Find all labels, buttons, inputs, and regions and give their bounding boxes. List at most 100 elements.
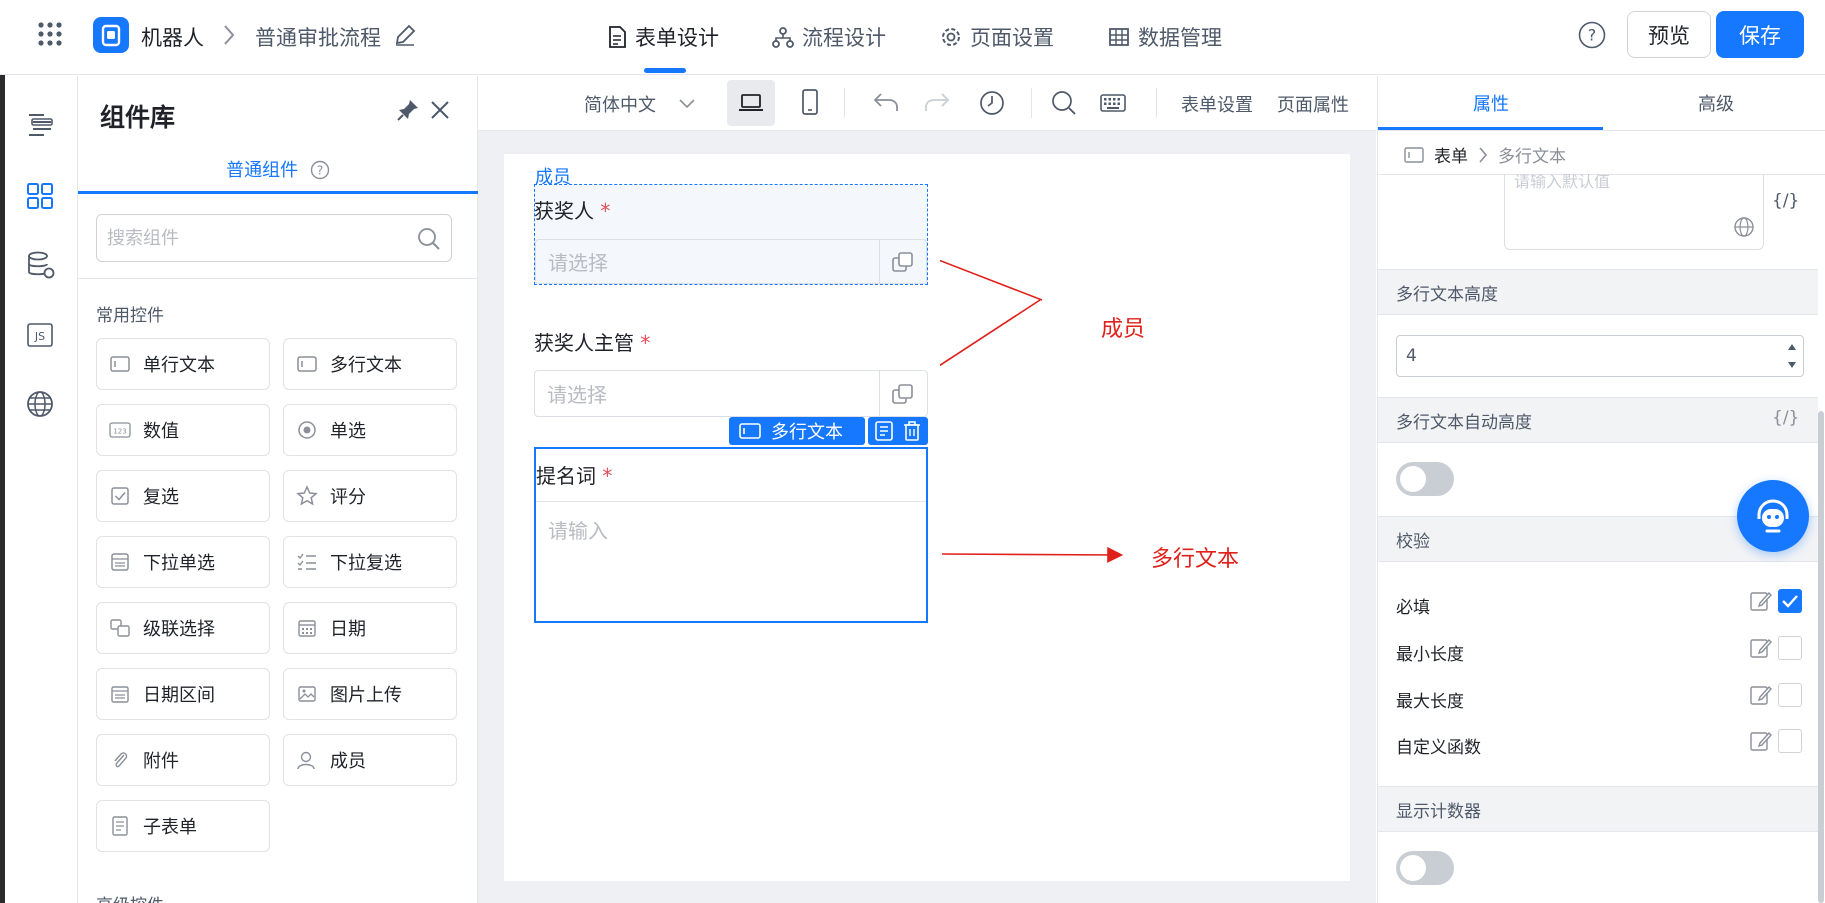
- awardee-select[interactable]: 请选择: [535, 239, 927, 284]
- chevron-right-icon: [1478, 146, 1488, 163]
- laptop-icon: [738, 93, 764, 113]
- app-logo-icon: [93, 17, 129, 53]
- component-library-panel: 组件库 普通组件 ? 常用控件 单行文本 多行文本 123数值 单选 复选 评分…: [78, 76, 478, 903]
- left-rail: JS: [5, 76, 78, 903]
- component-cascade[interactable]: 级联选择: [96, 602, 270, 654]
- edit-icon[interactable]: [1750, 637, 1772, 659]
- preview-button[interactable]: 预览: [1627, 11, 1711, 58]
- search-icon[interactable]: [417, 227, 441, 251]
- copy-icon[interactable]: [873, 420, 895, 442]
- component-date-range[interactable]: 日期区间: [96, 668, 270, 720]
- member-picker-icon[interactable]: [891, 250, 915, 274]
- form-settings-button[interactable]: 表单设置: [1181, 91, 1253, 117]
- awardee-manager-select[interactable]: 请选择: [534, 370, 928, 417]
- outline-icon[interactable]: [26, 112, 54, 138]
- auto-height-toggle[interactable]: [1396, 462, 1454, 496]
- height-number-input[interactable]: 4: [1396, 335, 1804, 377]
- top-bar: 机器人 普通审批流程 表单设计 流程设计 页面设置 数据管理 ? 预览 保存: [0, 0, 1825, 75]
- pin-icon[interactable]: [396, 98, 420, 122]
- js-icon[interactable]: JS: [26, 322, 54, 348]
- toolbar-divider: [1156, 88, 1157, 118]
- components-icon[interactable]: [26, 182, 54, 210]
- rule-custom-function-checkbox[interactable]: [1778, 729, 1802, 753]
- selected-component-tag[interactable]: 多行文本: [729, 417, 865, 445]
- document-icon: [607, 26, 627, 48]
- chevron-right-icon: [222, 24, 236, 46]
- divider: [1378, 130, 1825, 131]
- save-button[interactable]: 保存: [1716, 11, 1804, 58]
- component-rating[interactable]: 评分: [283, 470, 457, 522]
- subform-icon: [109, 815, 131, 837]
- svg-text:?: ?: [1588, 26, 1597, 45]
- app-grid-icon[interactable]: [37, 21, 63, 47]
- breadcrumb-flow[interactable]: 普通审批流程: [255, 22, 381, 52]
- component-image-upload[interactable]: 图片上传: [283, 668, 457, 720]
- component-subform[interactable]: 子表单: [96, 800, 270, 852]
- breadcrumb-app[interactable]: 机器人: [141, 22, 204, 52]
- tab-flow-design[interactable]: 流程设计: [772, 22, 886, 52]
- tab-data-management[interactable]: 数据管理: [1108, 22, 1222, 52]
- undo-icon[interactable]: [873, 91, 899, 113]
- rule-required-checkbox[interactable]: [1778, 589, 1802, 613]
- customer-service-button[interactable]: [1737, 480, 1809, 552]
- edit-icon[interactable]: [1750, 684, 1772, 706]
- expression-button[interactable]: {/}: [1772, 191, 1799, 211]
- stepper-icon[interactable]: [1787, 340, 1797, 372]
- component-actions: [868, 417, 928, 445]
- tab-page-settings[interactable]: 页面设置: [940, 22, 1054, 52]
- search-icon[interactable]: [1051, 90, 1077, 116]
- rule-min-length-checkbox[interactable]: [1778, 636, 1802, 660]
- edit-icon[interactable]: [1750, 730, 1772, 752]
- help-icon[interactable]: ?: [310, 160, 330, 180]
- component-multi-line-text[interactable]: 多行文本: [283, 338, 457, 390]
- date-range-icon: [109, 683, 131, 705]
- component-attachment[interactable]: 附件: [96, 734, 270, 786]
- edit-icon[interactable]: [394, 24, 416, 46]
- annotation-multiline: 多行文本: [1151, 547, 1240, 572]
- tab-common-components[interactable]: 普通组件 ?: [78, 156, 478, 196]
- default-value-textarea[interactable]: 请输入默认值: [1504, 174, 1764, 250]
- component-dropdown-multi[interactable]: 下拉复选: [283, 536, 457, 588]
- redo-icon[interactable]: [924, 91, 950, 113]
- component-checkbox[interactable]: 复选: [96, 470, 270, 522]
- mobile-icon[interactable]: [801, 89, 819, 115]
- globe-icon[interactable]: [26, 390, 54, 418]
- database-settings-icon[interactable]: [26, 250, 56, 280]
- member-icon: [296, 749, 318, 771]
- history-icon[interactable]: [979, 90, 1005, 116]
- show-counter-toggle[interactable]: [1396, 851, 1454, 885]
- tab-properties[interactable]: 属性: [1473, 90, 1509, 116]
- expression-button[interactable]: {/}: [1772, 408, 1799, 428]
- page-properties-button[interactable]: 页面属性: [1277, 91, 1349, 117]
- image-icon: [296, 683, 318, 705]
- chevron-down-icon[interactable]: [678, 94, 696, 112]
- rule-max-length-label: 最大长度: [1396, 692, 1464, 712]
- delete-icon[interactable]: [902, 420, 922, 442]
- annotation-arrow-multiline: [941, 546, 1124, 563]
- globe-icon[interactable]: [1733, 216, 1755, 238]
- component-dropdown-single[interactable]: 下拉单选: [96, 536, 270, 588]
- close-icon[interactable]: [430, 100, 450, 120]
- component-radio[interactable]: 单选: [283, 404, 457, 456]
- tab-form-design[interactable]: 表单设计: [607, 22, 719, 52]
- component-member[interactable]: 成员: [283, 734, 457, 786]
- desktop-view-button[interactable]: [727, 80, 775, 126]
- nomination-textarea[interactable]: 请输入: [536, 501, 926, 621]
- component-single-line-text[interactable]: 单行文本: [96, 338, 270, 390]
- flow-icon: [772, 26, 794, 48]
- keyboard-icon[interactable]: [1100, 93, 1126, 113]
- component-number[interactable]: 123 数值: [96, 404, 270, 456]
- component-date[interactable]: 日期: [283, 602, 457, 654]
- rule-max-length-checkbox[interactable]: [1778, 683, 1802, 707]
- scrollbar[interactable]: [1818, 411, 1824, 903]
- canvas-toolbar: 简体中文 表单设置 页面属性: [478, 76, 1376, 131]
- tab-advanced[interactable]: 高级: [1698, 90, 1734, 116]
- member-picker-icon[interactable]: [891, 382, 915, 406]
- search-input[interactable]: [97, 215, 397, 261]
- edit-icon[interactable]: [1750, 590, 1772, 612]
- rule-min-length-label: 最小长度: [1396, 645, 1464, 665]
- language-select[interactable]: 简体中文: [584, 91, 656, 117]
- single-line-text-icon: [109, 353, 131, 375]
- help-icon[interactable]: ?: [1578, 21, 1606, 49]
- annotation-arrows-member: [940, 259, 1043, 367]
